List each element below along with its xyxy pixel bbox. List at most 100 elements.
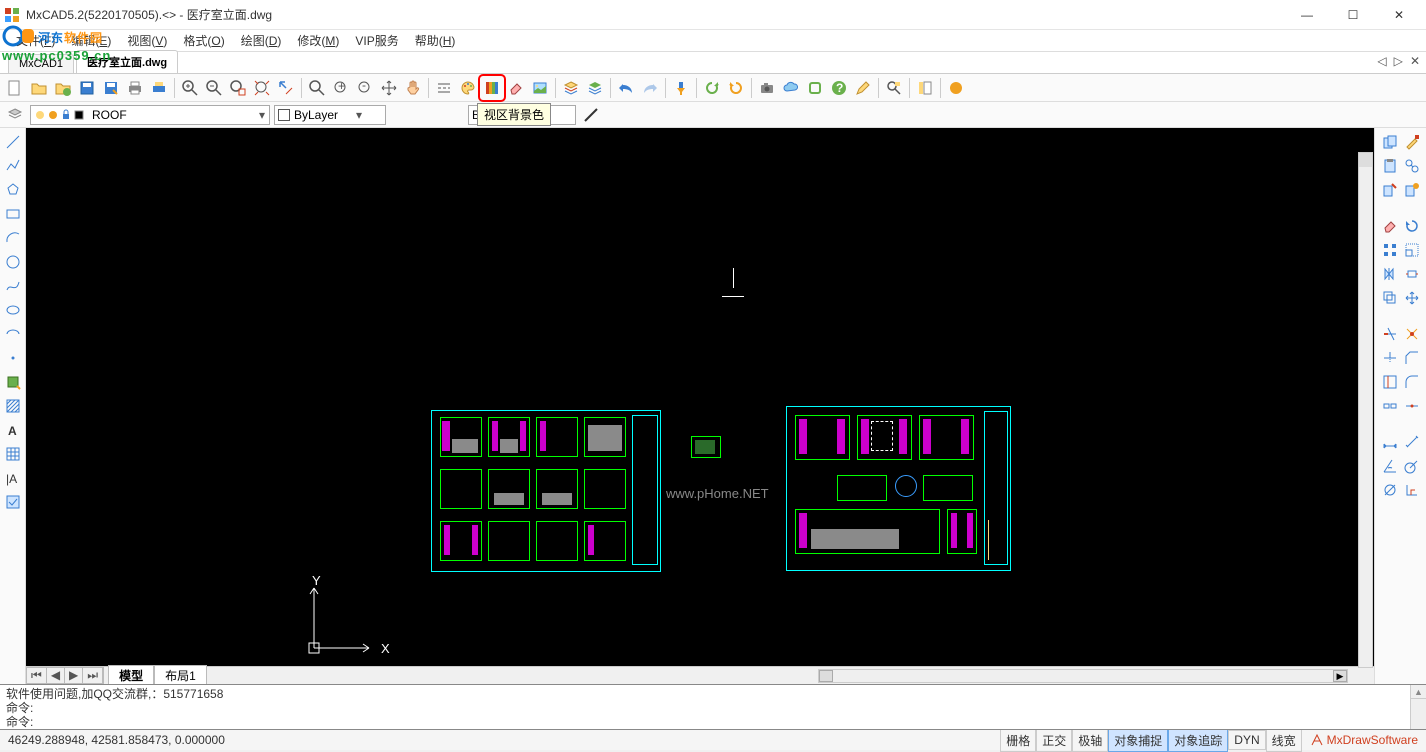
open-recent-icon[interactable] <box>52 77 74 99</box>
chamfer-icon[interactable] <box>1402 348 1422 368</box>
layout-nav-last-icon[interactable]: ⏭ <box>83 668 103 683</box>
point-icon[interactable] <box>3 348 23 368</box>
arc-icon[interactable] <box>3 228 23 248</box>
pencil-icon[interactable] <box>852 77 874 99</box>
cut-icon[interactable] <box>1380 180 1400 200</box>
save-icon[interactable] <box>76 77 98 99</box>
record-icon[interactable] <box>945 77 967 99</box>
dim-diameter-icon[interactable] <box>1380 480 1400 500</box>
menu-file[interactable]: 文件(F) <box>8 30 63 51</box>
zoom-extents-icon[interactable] <box>251 77 273 99</box>
join-icon[interactable] <box>1402 396 1422 416</box>
lineweight-icon[interactable] <box>580 104 602 126</box>
properties-panel-icon[interactable] <box>914 77 936 99</box>
break-point-icon[interactable] <box>1380 396 1400 416</box>
layer-states-icon[interactable] <box>4 104 26 126</box>
color-palette-icon[interactable] <box>457 77 479 99</box>
zoom-realtime-icon[interactable] <box>306 77 328 99</box>
vertical-scrollbar[interactable] <box>1358 152 1373 668</box>
dim-ordinate-icon[interactable] <box>1402 480 1422 500</box>
zoom-in-icon[interactable] <box>179 77 201 99</box>
scale-icon[interactable] <box>1402 240 1422 260</box>
mtext-icon[interactable]: |A <box>3 468 23 488</box>
eraser-icon[interactable] <box>505 77 527 99</box>
trim-icon[interactable] <box>1380 324 1400 344</box>
menu-view[interactable]: 视图(V) <box>119 30 175 51</box>
ellipse-arc-icon[interactable] <box>3 324 23 344</box>
print-icon[interactable] <box>124 77 146 99</box>
save-as-icon[interactable] <box>100 77 122 99</box>
mode-ortho[interactable]: 正交 <box>1036 729 1072 752</box>
dim-aligned-icon[interactable] <box>1402 432 1422 452</box>
array-icon[interactable] <box>1380 240 1400 260</box>
menu-help[interactable]: 帮助(H) <box>407 30 464 51</box>
region-icon[interactable] <box>3 492 23 512</box>
linetype-icon[interactable] <box>433 77 455 99</box>
find-icon[interactable] <box>883 77 905 99</box>
text-icon[interactable]: A <box>3 420 23 440</box>
mode-lwt[interactable]: 线宽 <box>1266 729 1302 752</box>
break-icon[interactable] <box>1380 372 1400 392</box>
undo-icon[interactable] <box>615 77 637 99</box>
layout-nav-next-icon[interactable]: ▶ <box>65 668 83 683</box>
regen-icon[interactable] <box>725 77 747 99</box>
menu-format[interactable]: 格式(O) <box>175 30 232 51</box>
ellipse-icon[interactable] <box>3 300 23 320</box>
mode-osnap[interactable]: 对象捕捉 <box>1108 729 1168 752</box>
extend-icon[interactable] <box>1380 348 1400 368</box>
layer-dropdown[interactable]: ROOF ▾ <box>30 105 270 125</box>
polygon-icon[interactable] <box>3 180 23 200</box>
cloud-icon[interactable] <box>780 77 802 99</box>
mode-dyn[interactable]: DYN <box>1228 730 1265 750</box>
maximize-button[interactable]: ☐ <box>1330 0 1376 30</box>
dim-angular-icon[interactable] <box>1380 456 1400 476</box>
polyline-icon[interactable] <box>3 156 23 176</box>
layout-nav-prev-icon[interactable]: ◀ <box>47 668 65 683</box>
zoom-out-icon[interactable] <box>203 77 225 99</box>
image-icon[interactable] <box>529 77 551 99</box>
horizontal-scrollbar[interactable]: ▶ <box>818 669 1348 683</box>
tab-prev-icon[interactable]: ◁ <box>1375 54 1388 68</box>
camera-icon[interactable] <box>756 77 778 99</box>
hand-pan-icon[interactable] <box>402 77 424 99</box>
filter-icon[interactable] <box>670 77 692 99</box>
move-link-icon[interactable] <box>1402 156 1422 176</box>
color-dropdown[interactable]: ByLayer ▾ <box>274 105 386 125</box>
help-icon[interactable]: ? <box>828 77 850 99</box>
zoom-real-out-icon[interactable]: - <box>354 77 376 99</box>
layout-nav-first-icon[interactable]: ⏮ <box>27 668 47 683</box>
model-tab[interactable]: 模型 <box>108 665 154 686</box>
layout1-tab[interactable]: 布局1 <box>154 665 207 686</box>
explode-icon[interactable] <box>1402 324 1422 344</box>
stretch-icon[interactable] <box>1402 264 1422 284</box>
paste-icon[interactable] <box>1380 156 1400 176</box>
dim-linear-icon[interactable] <box>1380 432 1400 452</box>
layer-manager-icon[interactable] <box>560 77 582 99</box>
new-file-icon[interactable] <box>4 77 26 99</box>
spline-icon[interactable] <box>3 276 23 296</box>
block-icon[interactable] <box>584 77 606 99</box>
background-color-icon[interactable]: 视区背景色 <box>481 77 503 99</box>
fillet-icon[interactable] <box>1402 372 1422 392</box>
mode-otrack[interactable]: 对象追踪 <box>1168 729 1228 752</box>
close-button[interactable]: ✕ <box>1376 0 1422 30</box>
doc-tab-1[interactable]: MxCAD1 <box>8 54 74 73</box>
offset-icon[interactable] <box>1380 288 1400 308</box>
print-preview-icon[interactable] <box>148 77 170 99</box>
rotate-icon[interactable] <box>1402 216 1422 236</box>
shape-icon[interactable] <box>804 77 826 99</box>
mode-polar[interactable]: 极轴 <box>1072 729 1108 752</box>
redo-icon[interactable] <box>639 77 661 99</box>
doc-tab-2[interactable]: 医疗室立面.dwg <box>76 50 178 73</box>
line-icon[interactable] <box>3 132 23 152</box>
match-props-icon[interactable] <box>1402 132 1422 152</box>
minimize-button[interactable]: — <box>1284 0 1330 30</box>
hatch-icon[interactable] <box>3 396 23 416</box>
menu-vip[interactable]: VIP服务 <box>347 30 406 51</box>
paste-special-icon[interactable] <box>1402 180 1422 200</box>
menu-modify[interactable]: 修改(M) <box>289 30 347 51</box>
copy-icon[interactable] <box>1380 132 1400 152</box>
refresh-icon[interactable] <box>701 77 723 99</box>
mode-grid[interactable]: 栅格 <box>1000 729 1036 752</box>
command-scrollbar[interactable]: ▲ <box>1410 685 1426 729</box>
